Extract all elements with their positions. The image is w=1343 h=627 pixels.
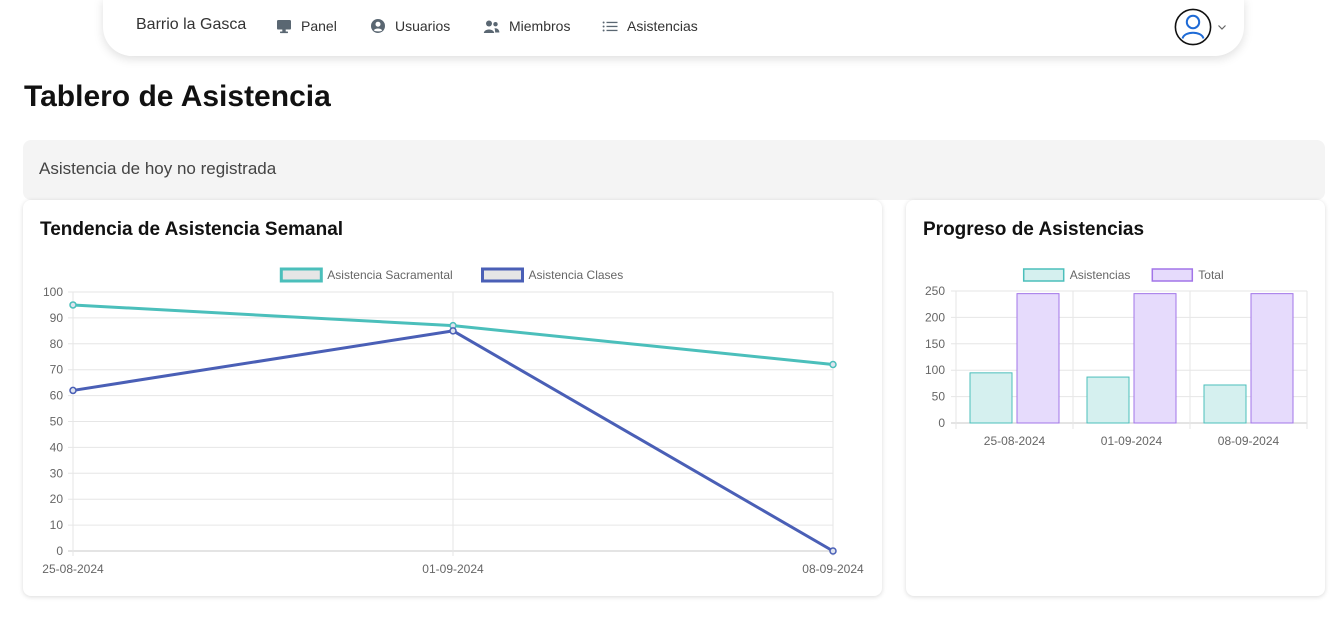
user-menu[interactable] bbox=[1174, 8, 1227, 46]
user-circle-icon bbox=[371, 19, 385, 33]
nav-item-label: Asistencias bbox=[627, 18, 698, 34]
y-tick-label: 40 bbox=[50, 440, 64, 454]
y-tick-label: 250 bbox=[925, 284, 945, 298]
bar bbox=[969, 372, 1013, 424]
y-tick-label: 0 bbox=[56, 544, 63, 558]
nav-item-label: Miembros bbox=[509, 18, 571, 34]
y-tick-label: 100 bbox=[925, 363, 945, 377]
y-tick-label: 200 bbox=[925, 310, 945, 324]
x-tick-label: 08-09-2024 bbox=[1218, 434, 1280, 448]
nav-item-label: Panel bbox=[301, 18, 337, 34]
legend-label: Asistencia Clases bbox=[529, 268, 624, 282]
bar bbox=[1016, 293, 1060, 424]
data-point bbox=[69, 386, 77, 395]
y-tick-label: 100 bbox=[43, 285, 63, 299]
bar bbox=[1086, 376, 1130, 424]
avatar-icon bbox=[1174, 8, 1212, 46]
legend-label: Asistencia Sacramental bbox=[327, 268, 452, 282]
legend-swatch bbox=[279, 267, 323, 283]
y-tick-label: 50 bbox=[932, 390, 946, 404]
chevron-down-icon bbox=[1218, 24, 1226, 30]
y-tick-label: 30 bbox=[50, 466, 64, 480]
legend-label: Total bbox=[1198, 268, 1223, 282]
y-tick-label: 50 bbox=[50, 415, 64, 429]
x-tick-label: 08-09-2024 bbox=[802, 562, 864, 576]
y-tick-label: 80 bbox=[50, 337, 64, 351]
nav-item-asistencias[interactable]: Asistencias bbox=[602, 18, 698, 34]
y-tick-label: 60 bbox=[50, 389, 64, 403]
y-tick-label: 90 bbox=[50, 311, 64, 325]
monitor-icon bbox=[277, 19, 291, 33]
line-chart: 0 10 20 30 40 50 60 70 80 90 100 25-08-2024 01-09-20… bbox=[42, 267, 864, 576]
progress-card: Progreso de Asistencias 0 50 100 150 200 250 2… bbox=[906, 200, 1325, 596]
legend-swatch bbox=[481, 267, 524, 283]
x-tick-label: 01-09-2024 bbox=[422, 562, 484, 576]
top-navbar: Barrio la Gasca Panel Usuarios Miembros bbox=[103, 0, 1244, 56]
brand-link[interactable]: Barrio la Gasca bbox=[136, 16, 246, 34]
x-tick-label: 01-09-2024 bbox=[1101, 434, 1163, 448]
attendance-alert: Asistencia de hoy no registrada bbox=[23, 140, 1325, 200]
data-point bbox=[829, 547, 837, 555]
y-tick-label: 70 bbox=[50, 363, 64, 377]
legend-swatch bbox=[1151, 268, 1194, 282]
bar bbox=[1203, 384, 1247, 424]
bar bbox=[1133, 293, 1177, 424]
nav-item-panel[interactable]: Panel bbox=[276, 18, 337, 34]
bar bbox=[1250, 293, 1294, 424]
bar-chart: 0 50 100 150 200 250 25-08-2024 01-09-2024 08-09… bbox=[925, 268, 1308, 448]
y-tick-label: 20 bbox=[50, 492, 64, 506]
data-point bbox=[69, 301, 77, 309]
nav-item-miembros[interactable]: Miembros bbox=[483, 18, 570, 34]
x-tick-label: 25-08-2024 bbox=[42, 562, 104, 576]
nav-item-label: Usuarios bbox=[395, 18, 451, 34]
data-point bbox=[829, 360, 837, 369]
page-title: Tablero de Asistencia bbox=[24, 80, 331, 113]
legend-swatch bbox=[1022, 268, 1065, 282]
x-tick-label: 25-08-2024 bbox=[984, 434, 1046, 448]
data-point bbox=[449, 327, 457, 335]
list-icon bbox=[602, 21, 618, 31]
weekly-trend-card: Tendencia de Asistencia Semanal 0 10 20 30 4… bbox=[23, 200, 882, 596]
nav-item-usuarios[interactable]: Usuarios bbox=[370, 18, 450, 34]
y-tick-label: 0 bbox=[938, 416, 945, 430]
y-tick-label: 10 bbox=[50, 518, 64, 532]
y-tick-label: 150 bbox=[925, 337, 945, 351]
legend-label: Asistencias bbox=[1070, 268, 1131, 282]
users-icon bbox=[483, 20, 500, 33]
